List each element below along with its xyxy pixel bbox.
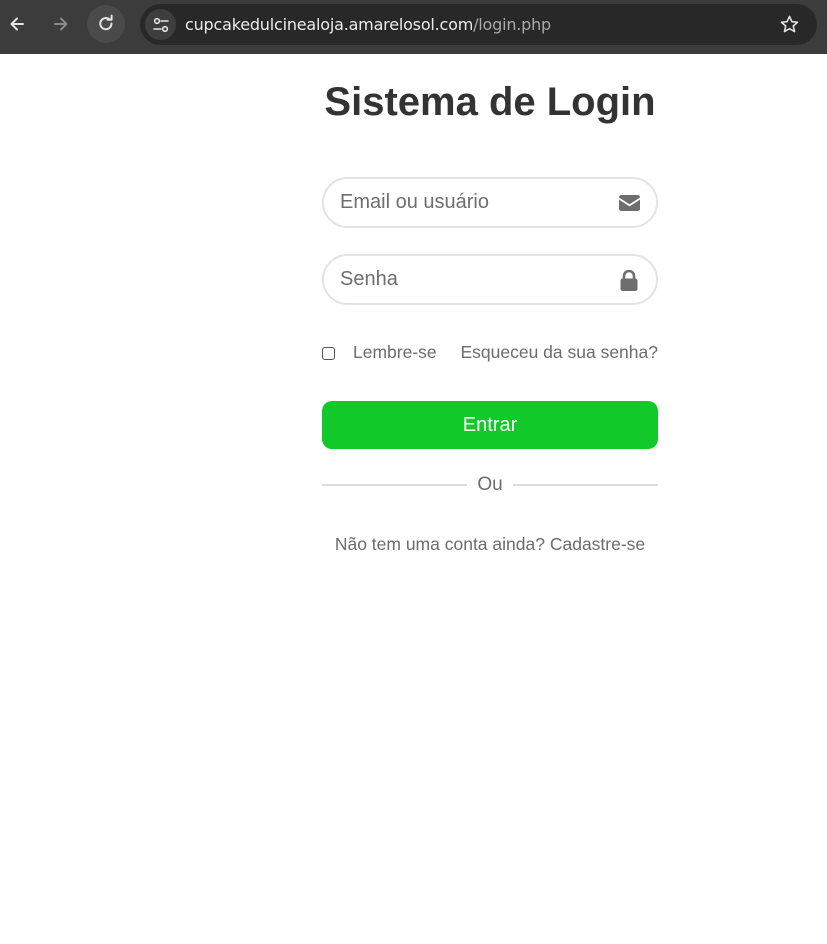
envelope-icon	[618, 192, 640, 214]
page-title: Sistema de Login	[324, 80, 656, 124]
lock-icon	[618, 269, 640, 291]
back-button[interactable]	[0, 5, 36, 43]
site-settings-icon	[152, 17, 169, 32]
password-field[interactable]	[322, 254, 658, 305]
browser-toolbar: cupcakedulcinealoja.amarelosol.com/login…	[0, 0, 827, 54]
reload-icon	[99, 14, 113, 31]
remember-label: Lembre-se	[353, 342, 437, 362]
reload-button[interactable]	[87, 5, 125, 43]
signup-prompt: Não tem uma conta ainda? Cadastre-se	[322, 534, 658, 555]
login-button[interactable]: Entrar	[322, 401, 658, 449]
url-host: cupcakedulcinealoja.amarelosol.com	[185, 15, 474, 34]
url-text[interactable]: cupcakedulcinealoja.amarelosol.com/login…	[185, 15, 551, 34]
email-input[interactable]	[340, 179, 610, 226]
signup-link[interactable]: Cadastre-se	[550, 534, 645, 554]
divider-line-right	[513, 484, 658, 486]
remember-me[interactable]: Lembre-se	[322, 342, 437, 363]
url-path: /login.php	[473, 15, 552, 34]
back-arrow-icon	[10, 17, 24, 31]
star-icon[interactable]	[779, 14, 800, 35]
remember-checkbox[interactable]	[322, 346, 335, 360]
email-field[interactable]	[322, 177, 658, 228]
forgot-password-link[interactable]: Esqueceu da sua senha?	[460, 342, 658, 363]
forward-button[interactable]	[42, 5, 80, 43]
address-bar[interactable]: cupcakedulcinealoja.amarelosol.com/login…	[140, 4, 817, 45]
password-input[interactable]	[340, 256, 610, 303]
login-options: Lembre-se Esqueceu da sua senha?	[322, 342, 658, 364]
signup-text: Não tem uma conta ainda?	[334, 534, 545, 554]
or-divider: Ou	[322, 473, 658, 497]
forward-arrow-icon	[54, 17, 68, 31]
site-info-button[interactable]	[145, 9, 176, 40]
